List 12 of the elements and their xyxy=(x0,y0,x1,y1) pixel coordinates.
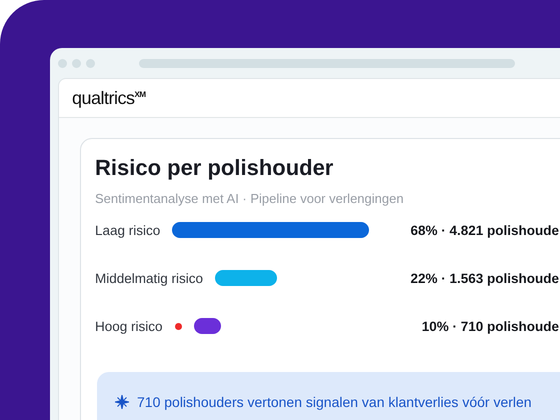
risk-reading: 22% · 1.563 polishoude xyxy=(410,270,559,286)
card-title: Risico per polishouder xyxy=(95,155,334,181)
risk-label: Hoog risico xyxy=(95,318,163,334)
risk-label: Laag risico xyxy=(95,222,160,238)
risk-reading: 68% · 4.821 polishoude xyxy=(410,222,559,238)
window-controls-icon xyxy=(58,58,95,68)
card-subtitle: Sentimentanalyse met AI · Pipeline voor verlengingen xyxy=(95,191,405,206)
insight-text: 710 polishouders vertonen signalen van klantverlies vóór verlen xyxy=(137,394,532,410)
sparkle-icon xyxy=(115,395,129,409)
risk-reading: 10% · 710 polishoude xyxy=(422,318,559,334)
risk-label: Middelmatig risico xyxy=(95,270,204,286)
logo: qualtrics$^{XM}$ xyxy=(72,88,146,108)
